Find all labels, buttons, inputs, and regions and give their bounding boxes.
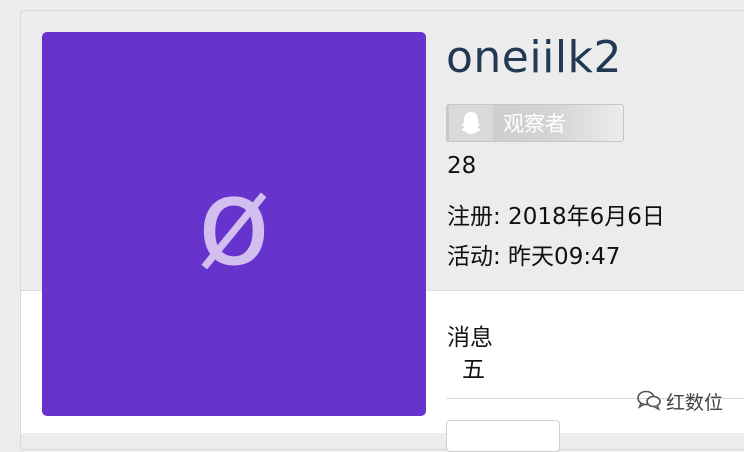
watermark: 红数位	[636, 388, 723, 415]
messages-value: 五	[462, 357, 485, 383]
username[interactable]: oneiilk2	[446, 32, 622, 83]
ghost-icon	[449, 105, 493, 141]
messages-label: 消息	[447, 325, 493, 351]
role-badge: 观察者	[446, 104, 624, 142]
chat-bubbles-icon	[636, 389, 662, 415]
registered-date: 注册: 2018年6月6日	[447, 204, 665, 230]
avatar[interactable]: ø	[42, 32, 426, 416]
action-button[interactable]	[446, 420, 560, 452]
avatar-letter: ø	[197, 154, 271, 293]
role-label: 观察者	[503, 112, 566, 136]
post-count: 28	[447, 153, 477, 179]
last-active: 活动: 昨天09:47	[447, 244, 621, 270]
watermark-text: 红数位	[666, 392, 724, 414]
